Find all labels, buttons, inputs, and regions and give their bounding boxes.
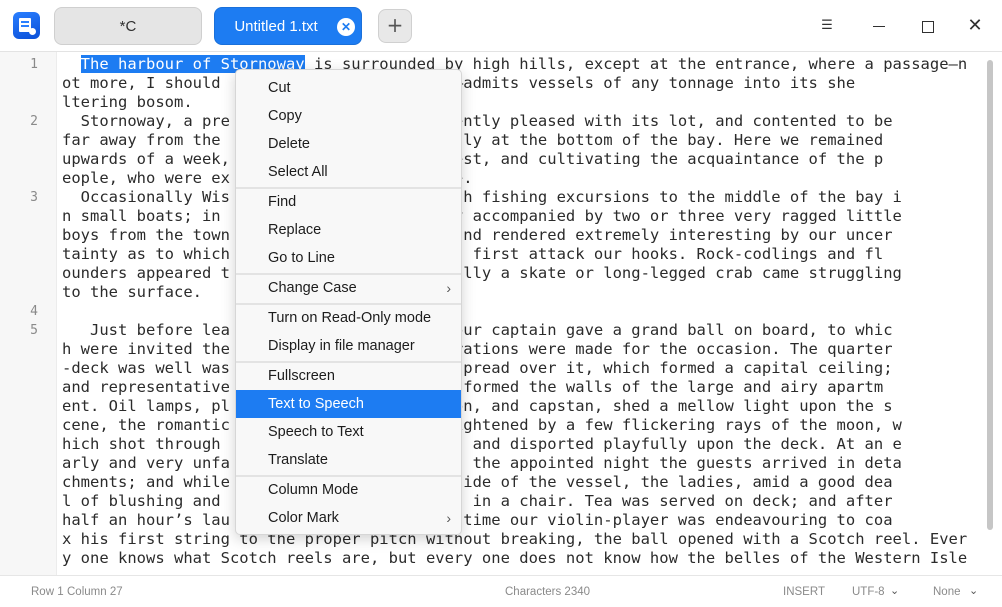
text-line: and representative hat waves formed the …: [62, 378, 884, 396]
encoding-selector[interactable]: UTF-8: [852, 585, 885, 599]
submenu-arrow-icon: ›: [446, 510, 451, 526]
menu-item-change-case[interactable]: Change Case ›: [236, 274, 461, 302]
text-line: chments; and while up the side of the ve…: [62, 473, 893, 491]
text-line: arly and very unfa vening of the appoint…: [62, 454, 902, 472]
title-bar: *C Untitled 1.txt ✕ + ☰ ✕: [0, 0, 1002, 52]
tab-c[interactable]: *C: [54, 7, 202, 45]
text-line: tainty as to which deep would first atta…: [62, 245, 884, 263]
text-line: ltering bosom.: [62, 93, 193, 111]
cursor-row: Row 1: [31, 586, 64, 598]
menu-item-find[interactable]: Find: [236, 188, 461, 216]
menu-item-cut[interactable]: Cut: [236, 74, 461, 102]
text-line: far away from the lies snugly at the bot…: [62, 131, 884, 149]
text-line: n small boats; in e usually accompanied …: [62, 207, 902, 225]
text-line: upwards of a week, ld Nor’-West, and cul…: [62, 150, 884, 168]
text-line: boys from the town y good, and rendered …: [62, 226, 893, 244]
context-menu: Cut Copy Delete Select All Find Replace …: [235, 69, 462, 535]
main-menu-button[interactable]: ☰: [810, 9, 844, 43]
text-line: ounders appeared t occasionally a skate …: [62, 264, 902, 282]
chevron-down-icon[interactable]: ⌄: [969, 584, 978, 597]
tab-untitled-1[interactable]: Untitled 1.txt ✕: [214, 7, 362, 45]
line-number-gutter: 1 2 3 4 5: [0, 52, 57, 575]
chevron-down-icon[interactable]: ⌄: [890, 584, 899, 597]
menu-item-text-to-speech[interactable]: Text to Speech: [236, 390, 461, 418]
text-line: cene, the romantic eatly heightened by a…: [62, 416, 902, 434]
text-line: Occasionally Wis elves with fishing excu…: [62, 188, 902, 206]
text-line: to the surface.: [62, 283, 202, 301]
text-line: Just before lea e spot, our captain gave…: [62, 321, 893, 339]
line-number: 5: [30, 323, 38, 338]
line-number: 4: [30, 304, 38, 319]
menu-item-read-only-mode[interactable]: Turn on Read-Only mode: [236, 304, 461, 332]
vertical-scrollbar[interactable]: [982, 52, 1002, 575]
text-line: The harbour of Stornoway is surrounded b…: [80, 55, 968, 73]
line-number: 3: [30, 190, 38, 205]
menu-item-display-in-file-manager[interactable]: Display in file manager: [236, 332, 461, 360]
text-line: -deck was well was ing was spread over i…: [62, 359, 893, 377]
highlight-selector[interactable]: None: [933, 585, 961, 599]
menu-item-color-mark[interactable]: Color Mark ›: [236, 504, 461, 532]
tab-label: *C: [119, 18, 137, 35]
close-window-button[interactable]: ✕: [958, 9, 992, 43]
line-number: 1: [30, 57, 38, 72]
menu-item-replace[interactable]: Replace: [236, 216, 461, 244]
text-line: hich shot through drapery, and disported…: [62, 435, 902, 453]
menu-item-go-to-line[interactable]: Go to Line: [236, 244, 461, 272]
add-tab-button[interactable]: +: [378, 9, 412, 43]
text-line: ent. Oil lamps, pl companion, and capsta…: [62, 397, 893, 415]
text-line: l of blushing and on board in a chair. T…: [62, 492, 893, 510]
close-tab-icon[interactable]: ✕: [337, 18, 355, 36]
menu-item-speech-to-text[interactable]: Speech to Text: [236, 418, 461, 446]
text-line: h were invited the eat preparations were…: [62, 340, 893, 358]
cursor-column: Column 27: [67, 586, 123, 598]
text-line: Stornoway, a pre n, apparently pleased w…: [62, 112, 893, 130]
app-icon-badge: [29, 28, 36, 35]
menu-item-column-mode[interactable]: Column Mode: [236, 476, 461, 504]
minimize-button[interactable]: [862, 9, 896, 43]
line-number: 2: [30, 114, 38, 129]
text-line: x his first string to the proper pitch w…: [62, 530, 968, 548]
text-editor-area[interactable]: The harbour of Stornoway is surrounded b…: [57, 52, 982, 575]
maximize-button[interactable]: [910, 9, 944, 43]
menu-item-translate[interactable]: Translate: [236, 446, 461, 474]
character-count: Characters 2340: [505, 586, 591, 598]
menu-item-select-all[interactable]: Select All: [236, 158, 461, 186]
scrollbar-thumb[interactable]: [987, 60, 993, 530]
menu-item-delete[interactable]: Delete: [236, 130, 461, 158]
insert-mode-indicator[interactable]: INSERT: [783, 585, 825, 599]
menu-item-fullscreen[interactable]: Fullscreen: [236, 362, 461, 390]
tab-label: Untitled 1.txt: [234, 18, 318, 35]
submenu-arrow-icon: ›: [446, 280, 451, 296]
text-line: half an hour’s lau ng which time our vio…: [62, 511, 893, 529]
text-line: y one knows what Scotch reels are, but e…: [62, 549, 968, 567]
text-editor-app-icon[interactable]: [13, 12, 40, 39]
menu-item-copy[interactable]: Copy: [236, 102, 461, 130]
status-bar: Row 1 Column 27 Characters 2340 INSERT U…: [0, 575, 1002, 607]
